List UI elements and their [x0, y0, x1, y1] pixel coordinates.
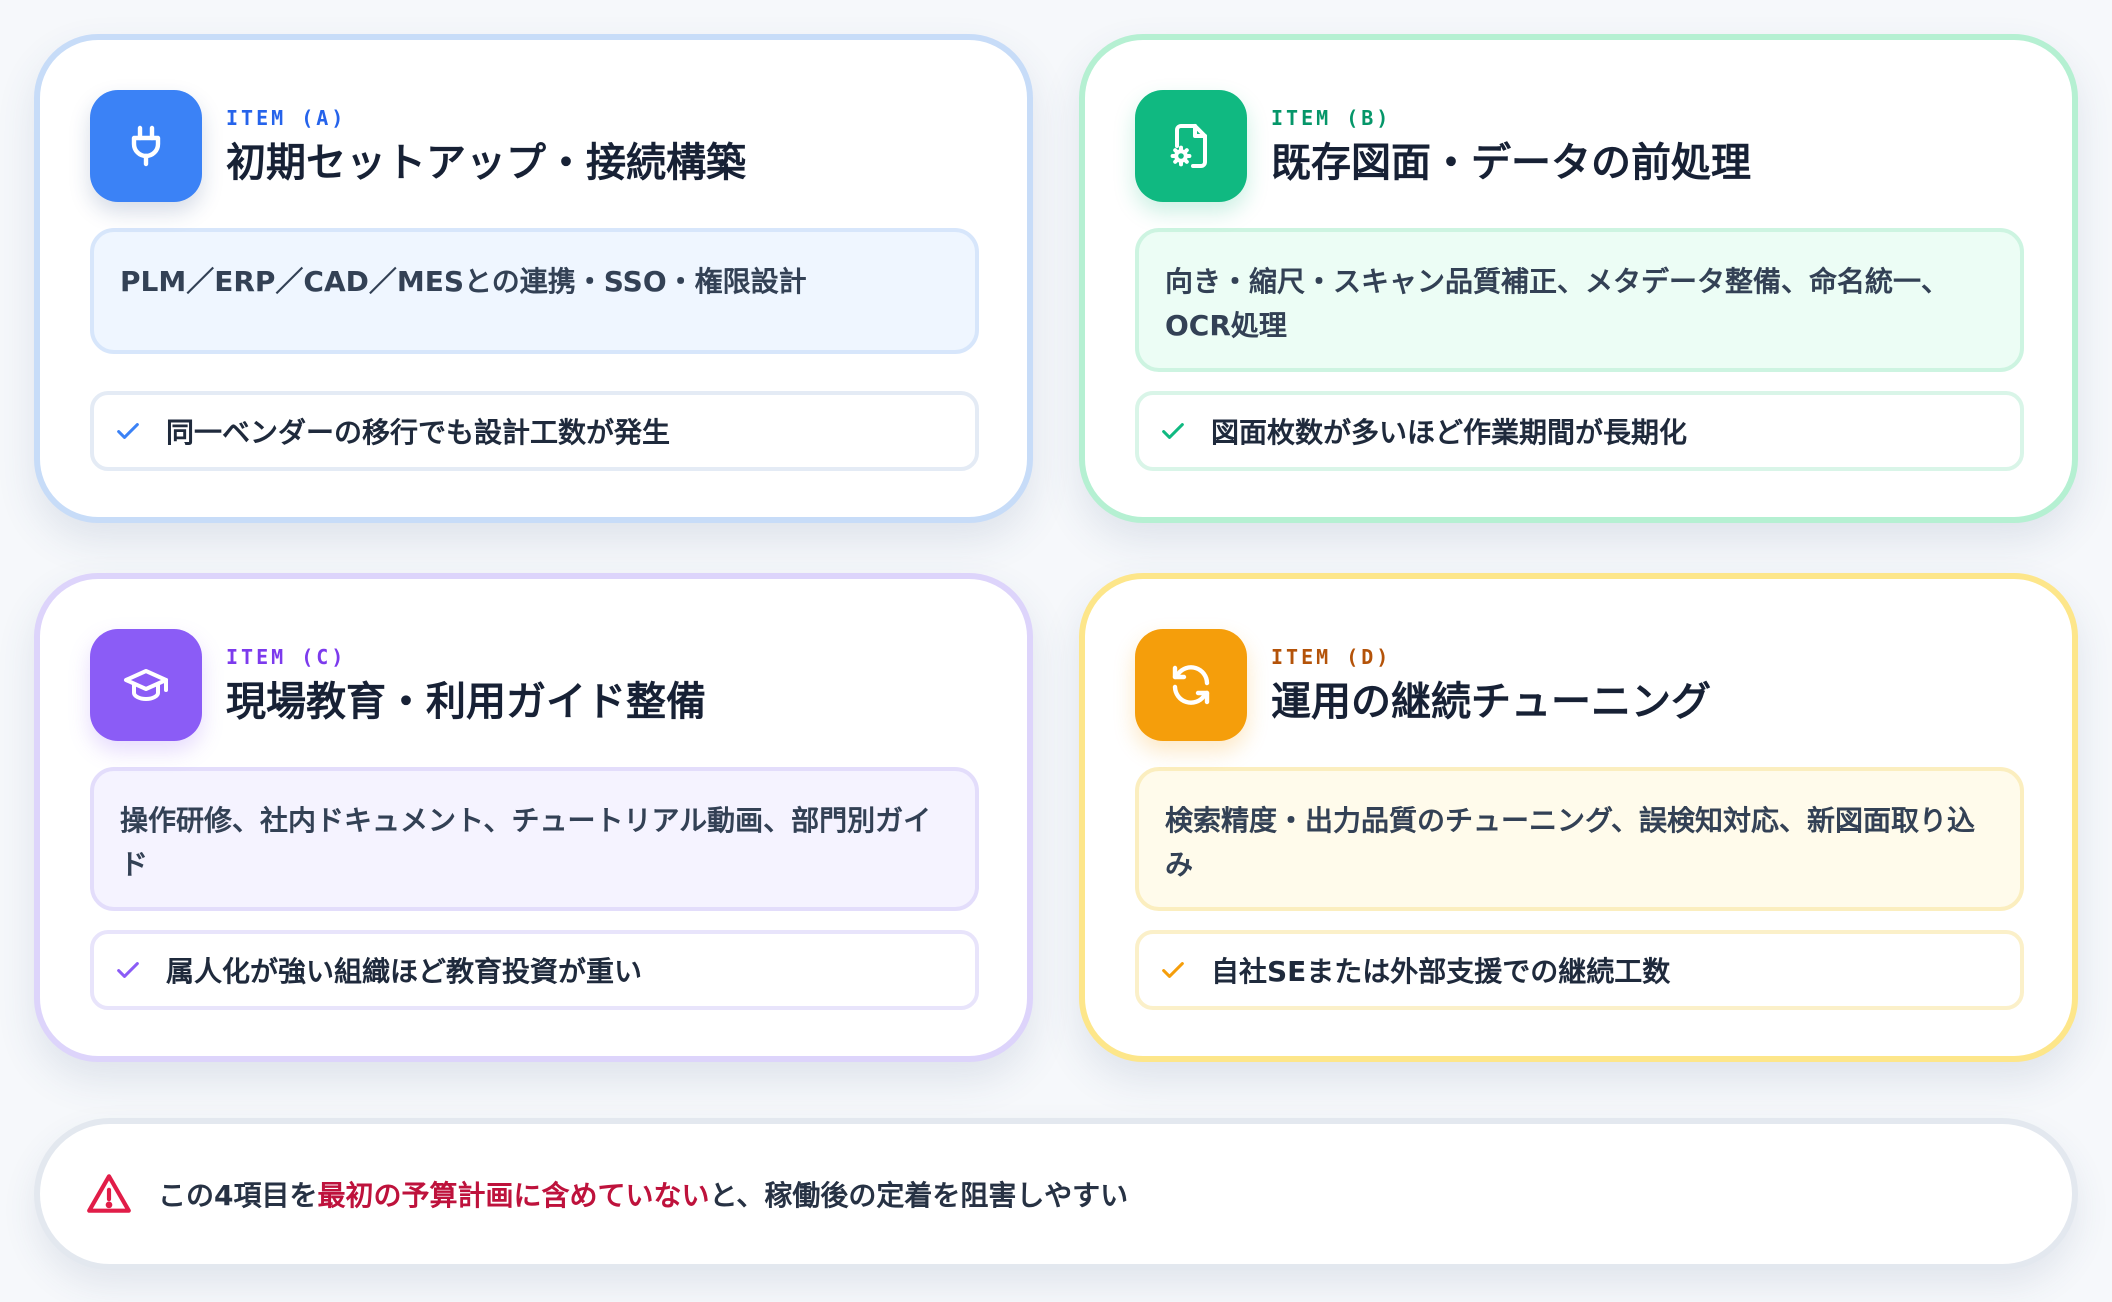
card-header: ITEM (C) 現場教育・利用ガイド整備	[90, 629, 977, 741]
card-title: 初期セットアップ・接続構築	[226, 140, 746, 186]
plug-icon	[90, 90, 202, 202]
card-description: 検索精度・出力品質のチューニング、誤検知対応、新図面取り込み	[1135, 767, 2024, 911]
budget-warning-banner: この4項目を最初の予算計画に含めていないと、稼働後の定着を阻害しやすい	[34, 1118, 2078, 1270]
item-label: ITEM (C)	[226, 645, 347, 669]
warning-text-after: と、稼働後の定着を阻害しやすい	[709, 1179, 1129, 1212]
item-card-d: ITEM (D) 運用の継続チューニング 検索精度・出力品質のチューニング、誤検…	[1079, 573, 2078, 1062]
item-card-a: ITEM (A) 初期セットアップ・接続構築 PLM／ERP／CAD／MESとの…	[34, 34, 1033, 523]
check-icon	[117, 962, 139, 978]
item-label: ITEM (B)	[1271, 106, 1392, 130]
card-title: 現場教育・利用ガイド整備	[226, 679, 706, 725]
card-title: 既存図面・データの前処理	[1271, 140, 1751, 186]
item-card-b: ITEM (B) 既存図面・データの前処理 向き・縮尺・スキャン品質補正、メタデ…	[1079, 34, 2078, 523]
card-note: 自社SEまたは外部支援での継続工数	[1135, 930, 2024, 1010]
card-note: 図面枚数が多いほど作業期間が長期化	[1135, 391, 2024, 471]
card-description: PLM／ERP／CAD／MESとの連携・SSO・権限設計	[90, 228, 979, 354]
item-label: ITEM (A)	[226, 106, 347, 130]
card-header: ITEM (B) 既存図面・データの前処理	[1135, 90, 2022, 202]
card-description: 操作研修、社内ドキュメント、チュートリアル動画、部門別ガイド	[90, 767, 979, 911]
refresh-icon	[1135, 629, 1247, 741]
note-text: 同一ベンダーの移行でも設計工数が発生	[166, 416, 671, 449]
card-note: 同一ベンダーの移行でも設計工数が発生	[90, 391, 979, 471]
card-header: ITEM (A) 初期セットアップ・接続構築	[90, 90, 977, 202]
note-text: 自社SEまたは外部支援での継続工数	[1211, 955, 1671, 988]
note-text: 図面枚数が多いほど作業期間が長期化	[1211, 416, 1688, 449]
note-text: 属人化が強い組織ほど教育投資が重い	[166, 955, 643, 988]
warning-text-before: この4項目を	[158, 1179, 318, 1212]
graduation-cap-icon	[90, 629, 202, 741]
card-note: 属人化が強い組織ほど教育投資が重い	[90, 930, 979, 1010]
warning-text-highlight: 最初の予算計画に含めていない	[317, 1179, 710, 1212]
item-label: ITEM (D)	[1271, 645, 1392, 669]
cost-items-grid: ITEM (A) 初期セットアップ・接続構築 PLM／ERP／CAD／MESとの…	[34, 34, 2078, 1062]
warning-text: この4項目を最初の予算計画に含めていないと、稼働後の定着を阻害しやすい	[158, 1174, 1128, 1214]
card-title: 運用の継続チューニング	[1271, 679, 1711, 725]
check-icon	[117, 423, 139, 439]
check-icon	[1162, 962, 1184, 978]
card-header: ITEM (D) 運用の継続チューニング	[1135, 629, 2022, 741]
check-icon	[1162, 423, 1184, 439]
warning-triangle-icon	[87, 1174, 131, 1213]
file-gear-icon	[1135, 90, 1247, 202]
card-description: 向き・縮尺・スキャン品質補正、メタデータ整備、命名統一、OCR処理	[1135, 228, 2024, 372]
item-card-c: ITEM (C) 現場教育・利用ガイド整備 操作研修、社内ドキュメント、チュート…	[34, 573, 1033, 1062]
